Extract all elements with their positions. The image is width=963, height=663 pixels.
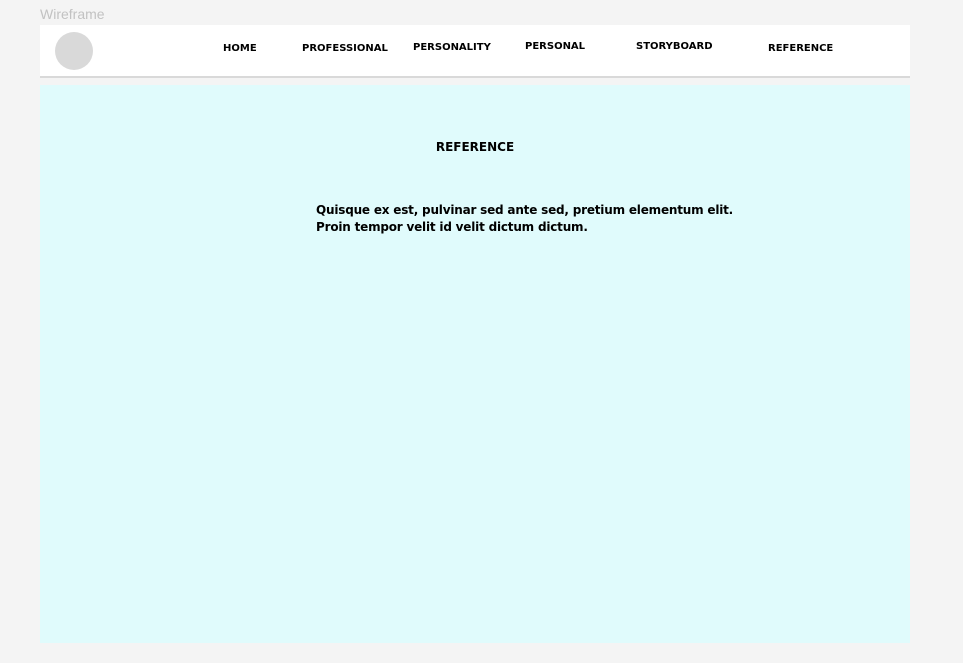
site-header: HOME PROFESSIONAL PERSONALITY PERSONAL S… xyxy=(40,25,910,78)
body-text: Quisque ex est, pulvinar sed ante sed, p… xyxy=(316,202,736,236)
frame-label: Wireframe xyxy=(40,6,105,22)
body-text-line: Proin tempor velit id velit dictum dictu… xyxy=(316,220,588,234)
nav-item-reference[interactable]: REFERENCE xyxy=(768,43,833,55)
body-text-line: Quisque ex est, pulvinar sed ante sed, p… xyxy=(316,203,734,217)
nav-item-professional[interactable]: PROFESSIONAL xyxy=(302,43,388,55)
nav-item-storyboard[interactable]: STORYBOARD xyxy=(636,41,713,53)
nav-item-personal[interactable]: PERSONAL xyxy=(525,41,585,53)
page-title: REFERENCE xyxy=(435,140,515,154)
logo-placeholder[interactable] xyxy=(55,32,93,70)
nav-item-personality[interactable]: PERSONALITY xyxy=(413,42,491,54)
main-content: REFERENCE Quisque ex est, pulvinar sed a… xyxy=(40,85,910,643)
nav-item-home[interactable]: HOME xyxy=(223,43,257,55)
